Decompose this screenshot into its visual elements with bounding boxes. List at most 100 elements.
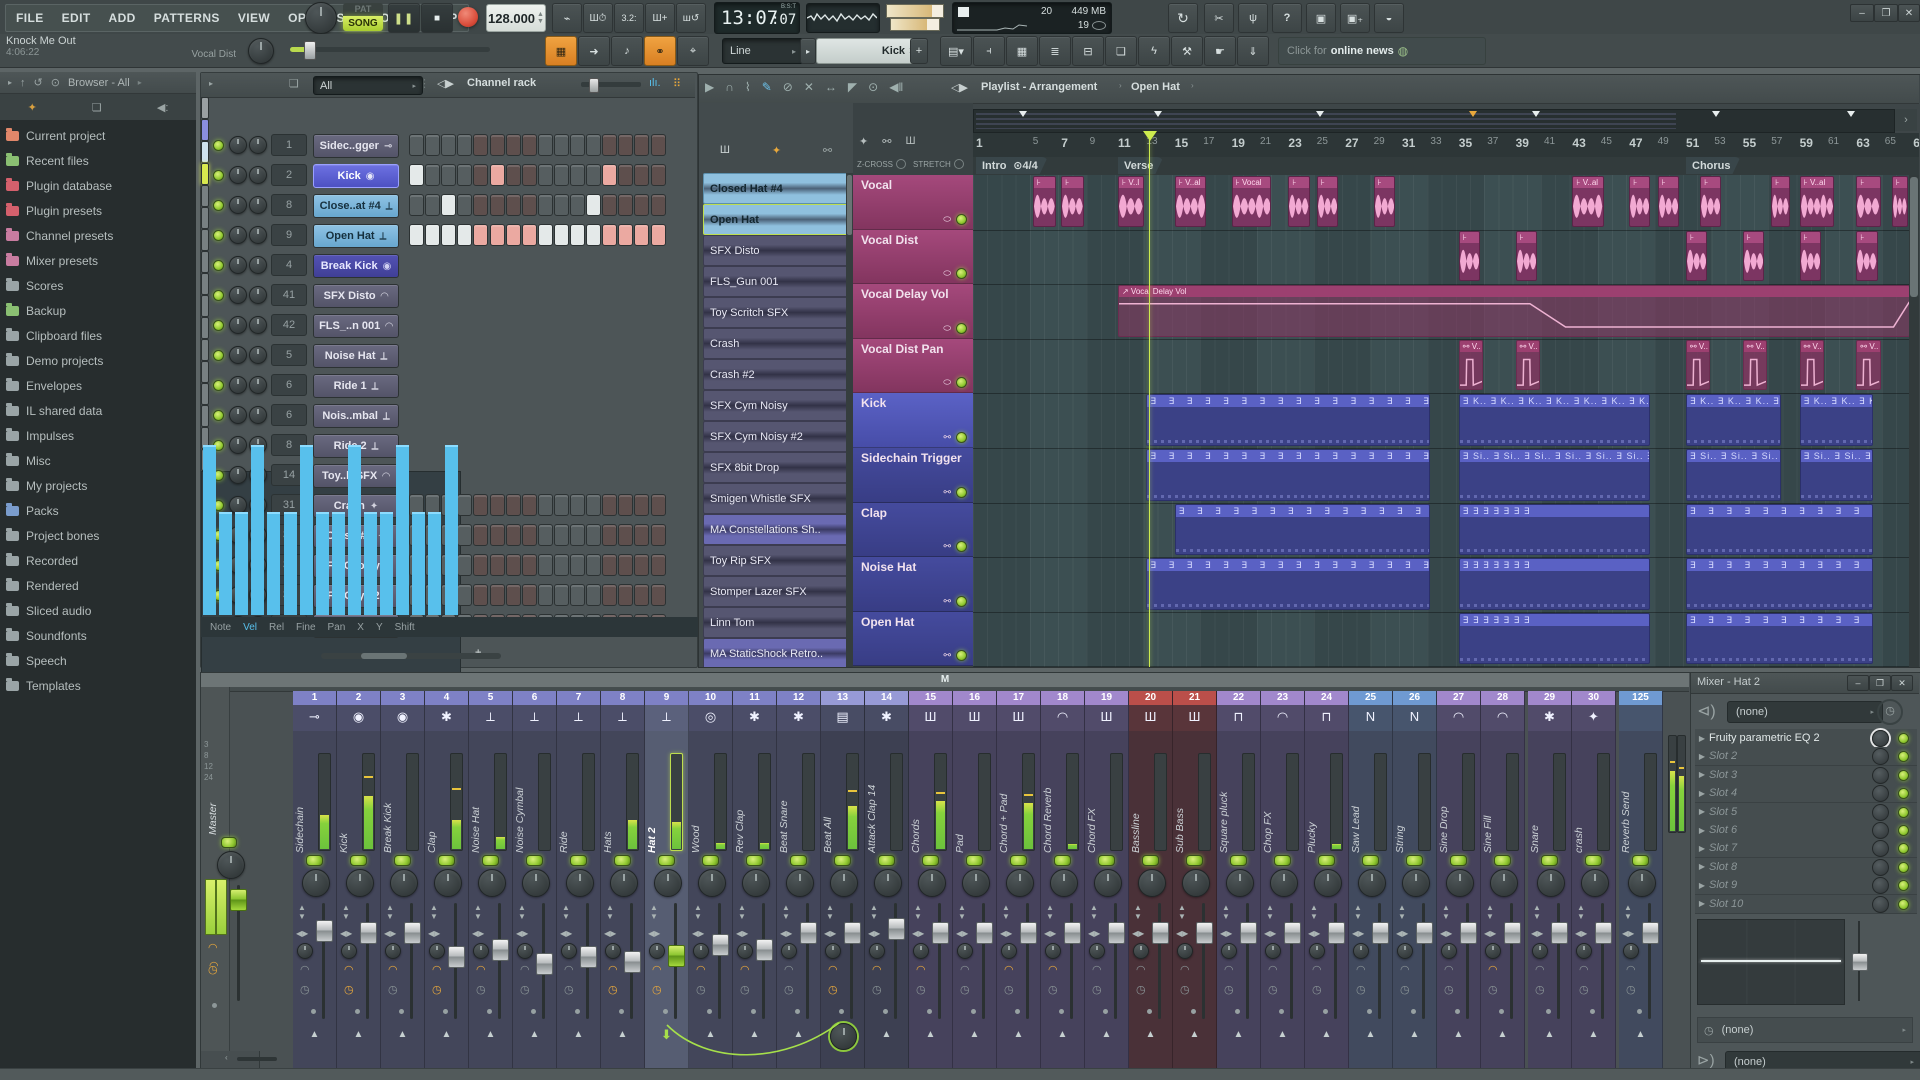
step-15[interactable] xyxy=(634,584,650,606)
pan-arrows[interactable]: ◀▶ xyxy=(1484,929,1496,938)
stereo-sep-arrows[interactable]: ▲ ▼ xyxy=(1624,903,1632,921)
step-3[interactable] xyxy=(441,224,457,246)
strip-pan-big-knob[interactable] xyxy=(1358,869,1386,897)
audio-clip[interactable]: ⊦ V..l xyxy=(1118,176,1144,227)
channel-pan-knob[interactable] xyxy=(229,286,247,304)
track-enable-led[interactable] xyxy=(956,377,967,389)
channel-number[interactable]: 1 xyxy=(271,134,307,156)
mixer-strip-beat-snare[interactable]: 12 ✱ Beat Snare ▲ ▼ ◀▶ ◠ ◷ ▲ xyxy=(777,691,821,1069)
channel-pan-knob[interactable] xyxy=(229,166,247,184)
strip-plugin-icon[interactable]: ◠ xyxy=(432,963,442,976)
audio-clip[interactable]: ⊦ xyxy=(1629,176,1651,227)
mixer-strip-string[interactable]: 26 N String ▲ ▼ ◀▶ ◠ ◷ ▲ xyxy=(1393,691,1437,1069)
mixer-close-button[interactable]: ✕ xyxy=(1891,675,1913,691)
pan-arrows[interactable]: ◀▶ xyxy=(956,929,968,938)
strip-pan-big-knob[interactable] xyxy=(346,869,374,897)
step-14[interactable] xyxy=(618,524,634,546)
step-12[interactable] xyxy=(586,554,602,576)
pan-arrows[interactable]: ◀▶ xyxy=(1352,929,1364,938)
tools-button[interactable]: ⚒ xyxy=(1171,36,1203,66)
step-10[interactable] xyxy=(553,524,569,546)
mixer-strip-snare[interactable]: 29 ✱ Snare ▲ ▼ ◀▶ ◠ ◷ ▲ xyxy=(1528,691,1572,1069)
step-7[interactable] xyxy=(505,164,521,186)
input-source-icon[interactable]: ⊲) xyxy=(1697,701,1716,721)
mixer-minimize-button[interactable]: – xyxy=(1847,675,1869,691)
stereo-sep-arrows[interactable]: ▲ ▼ xyxy=(1266,903,1274,921)
channel-mute-indicator[interactable] xyxy=(201,295,209,317)
strip-pan-big-knob[interactable] xyxy=(1314,869,1342,897)
strip-volume-fader[interactable] xyxy=(712,934,729,956)
audio-clip[interactable]: ⊦ xyxy=(1288,176,1310,227)
fx-slot-mix-knob[interactable] xyxy=(1872,877,1889,895)
mixer-strip-saw-lead[interactable]: 25 N Saw Lead ▲ ▼ ◀▶ ◠ ◷ ▲ xyxy=(1349,691,1393,1069)
pan-arrows[interactable]: ◀▶ xyxy=(604,929,616,938)
channel-enable-led[interactable] xyxy=(213,320,224,331)
zcross-toggle[interactable]: Z-CROSS STRETCH xyxy=(857,159,964,169)
playlist-title[interactable]: Playlist - Arrangement xyxy=(981,81,1097,93)
strip-plugin-icon[interactable]: ◠ xyxy=(388,963,398,976)
strip-plugin-icon[interactable]: ◠ xyxy=(520,963,530,976)
channel-pan-knob[interactable] xyxy=(229,316,247,334)
mixer-strip-wood[interactable]: 10 ◎ Wood ▲ ▼ ◀▶ ◠ ◷ ▲ xyxy=(689,691,733,1069)
fx-slot-3[interactable]: ▶ Slot 3 xyxy=(1695,765,1917,785)
pan-arrows[interactable]: ◀▶ xyxy=(1220,929,1232,938)
mixer-strip-kick[interactable]: 2 ◉ Kick ▲ ▼ ◀▶ ◠ ◷ ▲ xyxy=(337,691,381,1069)
strip-mute-led[interactable] xyxy=(306,855,323,866)
step-16[interactable] xyxy=(650,194,666,216)
step-4[interactable] xyxy=(457,194,473,216)
pan-arrows[interactable]: ◀▶ xyxy=(1440,929,1452,938)
mixer-strip-square-pluck[interactable]: 22 ⊓ Square pluck ▲ ▼ ◀▶ ◠ ◷ ▲ xyxy=(1217,691,1261,1069)
channel-enable-led[interactable] xyxy=(213,290,224,301)
strip-mute-led[interactable] xyxy=(790,855,807,866)
channel-number[interactable]: 6 xyxy=(271,374,307,396)
step-11[interactable] xyxy=(570,134,585,156)
strip-volume-fader[interactable] xyxy=(1460,922,1477,944)
stereo-knob[interactable] xyxy=(1133,943,1149,959)
close-button[interactable]: ✕ xyxy=(1898,4,1920,22)
browser-item-il-shared-data[interactable]: IL shared data xyxy=(6,399,190,423)
strip-pan-big-knob[interactable] xyxy=(566,869,594,897)
rack-menu-icon[interactable]: ▸ xyxy=(209,79,213,88)
channel-number[interactable]: 4 xyxy=(271,254,307,276)
strip-mute-led[interactable] xyxy=(1010,855,1027,866)
channel-button-kick[interactable]: Kick ◉ xyxy=(313,164,399,188)
pattern-clip[interactable]: ∃ ∃ ∃ ∃ ∃ ∃ ∃ ∃ ∃ ∃ ∃ ∃ ∃ ∃ ∃ ∃ ∃ ∃ ∃ ∃ … xyxy=(1686,612,1874,665)
step-9[interactable] xyxy=(537,164,553,186)
step-8[interactable] xyxy=(521,524,537,546)
stereo-sep-arrows[interactable]: ▲ ▼ xyxy=(694,903,702,921)
step-11[interactable] xyxy=(570,164,585,186)
route-arrow[interactable]: ▲ xyxy=(865,1029,908,1040)
strip-volume-fader[interactable] xyxy=(1372,922,1389,944)
track-lane-vocal[interactable]: ⊦ ⊦ ⊦ V..l ⊦ V..al ⊦ Vocal ⊦ ⊦ ⊦ ⊦ V..al ⊦ ⊦… xyxy=(973,175,1919,231)
rack-title[interactable]: Channel rack xyxy=(467,77,536,89)
strip-mute-led[interactable] xyxy=(1632,855,1649,866)
stereo-knob[interactable] xyxy=(1265,943,1281,959)
channel-volume-knob[interactable] xyxy=(249,196,267,214)
stereo-knob[interactable] xyxy=(1001,943,1017,959)
track-lane-open-hat[interactable]: ∃ ∃ ∃ ∃ ∃ ∃ ∃ ∃ ∃ ∃ ∃ ∃ ∃ ∃ ∃ ∃ ∃ ∃ ∃ ∃ … xyxy=(973,612,1919,667)
step-7[interactable] xyxy=(505,584,521,606)
chat-button[interactable]: ◒ xyxy=(1374,3,1404,33)
channel-mute-indicator[interactable] xyxy=(201,317,209,339)
pattern-clip[interactable]: ∃ ∃ ∃ ∃ ∃ ∃ ∃ ∃ ∃ ∃ ∃ ∃ ∃ ∃ ∃ ∃ ∃ ∃ ∃ ∃ … xyxy=(1146,558,1431,610)
stereo-sep-arrows[interactable]: ▲ ▼ xyxy=(1222,903,1230,921)
channel-volume-knob[interactable] xyxy=(249,226,267,244)
step-13[interactable] xyxy=(602,494,618,516)
browser-item-my-projects[interactable]: My projects xyxy=(6,474,190,498)
mixer-strip-hat-2[interactable]: 9 ⟂ Hat 2 ▲ ▼ ◀▶ ◠ ◷ ⬇ xyxy=(645,691,689,1069)
pattern-selector[interactable]: Kick ▲▼ xyxy=(816,38,922,64)
picker-item-smigen-whistle-sfx[interactable]: Smigen Whistle SFX◠ xyxy=(703,483,853,514)
browser-header[interactable]: ▸ ↑ ↺ ⊙ Browser - All ▸ xyxy=(0,72,196,94)
step-8[interactable] xyxy=(521,584,537,606)
step-4[interactable] xyxy=(457,224,473,246)
step-10[interactable] xyxy=(553,134,569,156)
strip-plugin-icon[interactable]: ◠ xyxy=(1004,963,1014,976)
channel-enable-led[interactable] xyxy=(213,170,224,181)
track-header-vocal-delay-vol[interactable]: Vocal Delay Vol ⬭ xyxy=(853,284,973,339)
fx-slot-mix-knob[interactable] xyxy=(1872,858,1889,876)
graph-tab-vel[interactable]: Vel xyxy=(238,622,262,633)
graph-tab-x[interactable]: X xyxy=(352,622,369,633)
browser-tab-audio-icon[interactable]: ✦ xyxy=(28,101,37,114)
channel-pan-knob[interactable] xyxy=(229,346,247,364)
piano-roll-window-button[interactable]: ⫞ xyxy=(973,36,1005,66)
